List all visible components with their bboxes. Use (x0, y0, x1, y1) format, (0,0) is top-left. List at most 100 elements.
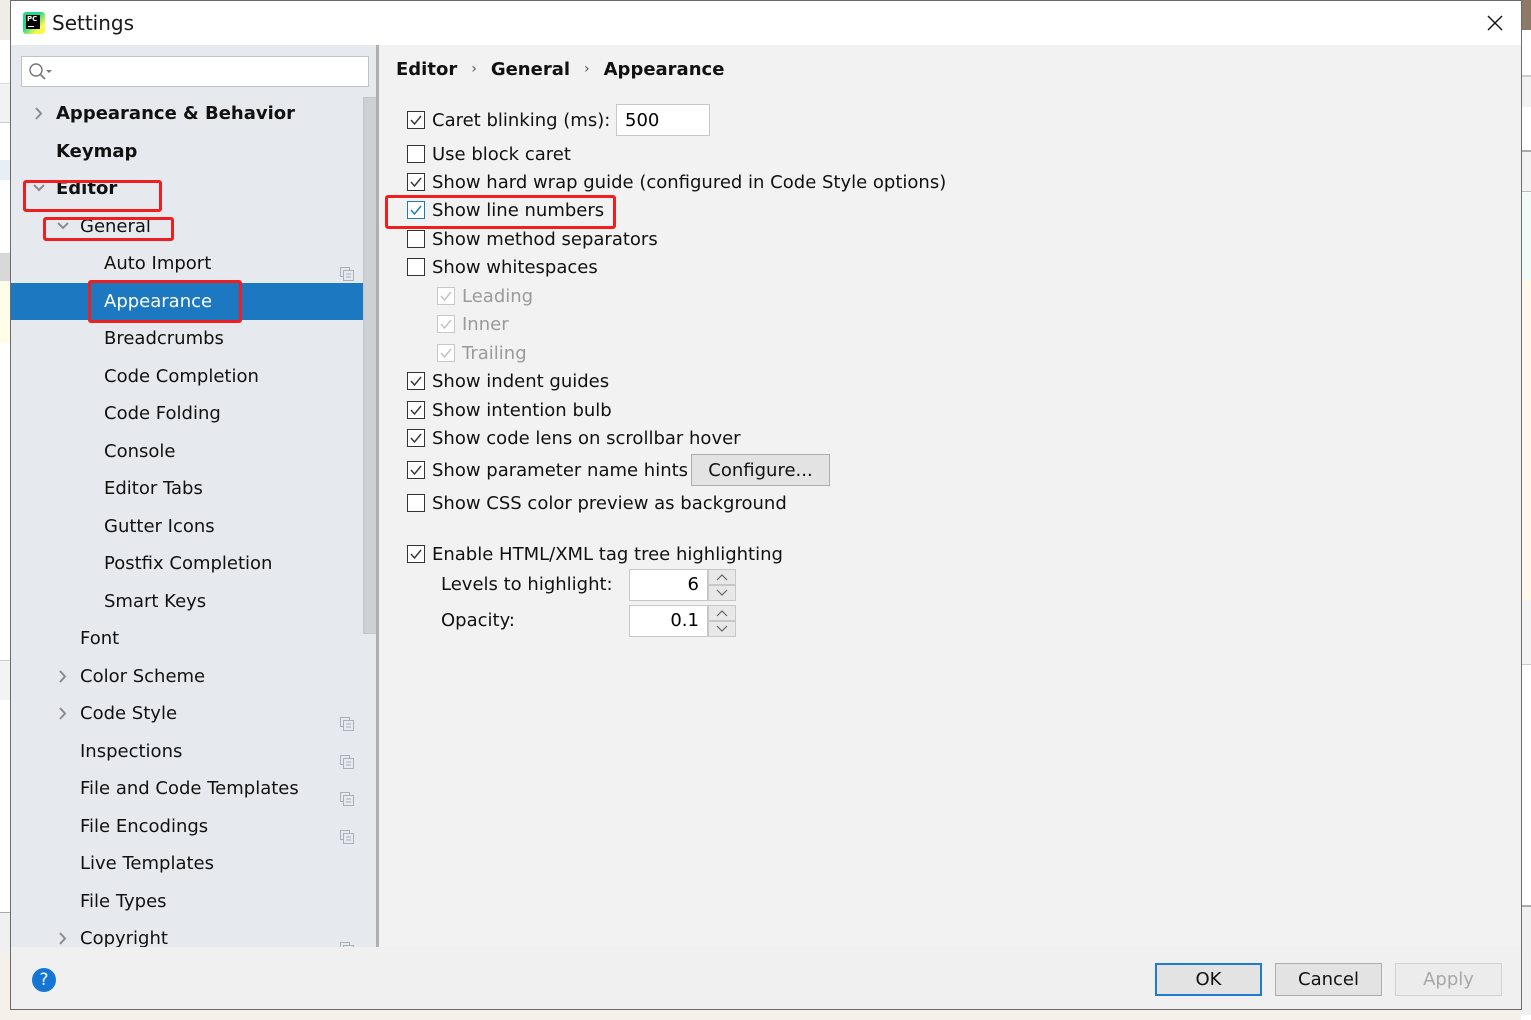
option-show-method-separators: Show method separators (407, 226, 658, 252)
chevron-up-icon (716, 574, 728, 581)
checkbox[interactable] (407, 258, 425, 276)
search-input[interactable] (56, 59, 356, 84)
sidebar-item-appearance[interactable]: Appearance (11, 282, 376, 320)
breadcrumb-item: Editor (396, 59, 458, 80)
help-button[interactable]: ? (32, 968, 56, 992)
sidebar-item-general[interactable]: General (11, 208, 376, 245)
sidebar-item-live-templates[interactable]: Live Templates (11, 845, 376, 882)
sidebar-item-keymap[interactable]: Keymap (11, 133, 376, 170)
checkmark-icon (440, 319, 452, 330)
checkbox[interactable] (407, 173, 425, 191)
checkbox[interactable] (407, 201, 425, 219)
checkbox[interactable] (407, 494, 425, 512)
sidebar-item-label: Live Templates (80, 853, 214, 874)
search-field[interactable] (21, 56, 369, 87)
breadcrumb-item: General (490, 59, 571, 80)
sidebar-item-label: Code Folding (104, 403, 221, 424)
close-button[interactable] (1483, 11, 1507, 35)
option-show-code-lens-on-scrollbar-hover: Show code lens on scrollbar hover (407, 425, 741, 451)
checkbox[interactable] (407, 429, 425, 447)
sidebar-item-console[interactable]: Console (11, 433, 376, 470)
project-settings-icon (340, 745, 354, 769)
sidebar-item-auto-import[interactable]: Auto Import (11, 245, 376, 282)
sidebar-item-label: Font (80, 628, 120, 649)
option-label: Show line numbers (432, 199, 605, 221)
checkbox[interactable] (437, 344, 455, 362)
opacity-decrement-button[interactable] (708, 621, 736, 637)
option-label: Caret blinking (ms): (432, 109, 611, 131)
checkmark-icon (440, 348, 452, 359)
help-icon: ? (39, 970, 49, 990)
caret-blinking-input[interactable]: 500 (616, 104, 710, 136)
sidebar-scrollbar[interactable] (363, 97, 376, 634)
checkmark-icon (410, 405, 422, 416)
sidebar-item-copyright[interactable]: Copyright (11, 920, 376, 947)
checkbox[interactable] (407, 461, 425, 479)
cancel-button[interactable]: Cancel (1275, 963, 1382, 996)
sidebar-item-appearance-behavior[interactable]: Appearance & Behavior (11, 95, 376, 132)
levels-decrement-button[interactable] (708, 585, 736, 601)
levels-label: Levels to highlight: (441, 574, 613, 595)
checkbox[interactable] (407, 145, 425, 163)
checkmark-icon (410, 376, 422, 387)
opacity-increment-button[interactable] (708, 605, 736, 621)
option-label: Show indent guides (432, 370, 610, 392)
chevron-right-icon[interactable] (56, 658, 70, 695)
sidebar-item-color-scheme[interactable]: Color Scheme (11, 658, 376, 695)
sidebar-item-file-and-code-templates[interactable]: File and Code Templates (11, 770, 376, 807)
checkbox[interactable] (407, 111, 425, 129)
breadcrumb: Editor › General › Appearance (396, 59, 724, 80)
sidebar-item-postfix-completion[interactable]: Postfix Completion (11, 545, 376, 582)
sidebar-item-file-types[interactable]: File Types (11, 883, 376, 920)
sidebar-item-file-encodings[interactable]: File Encodings (11, 808, 376, 845)
apply-button[interactable]: Apply (1395, 963, 1502, 996)
levels-spinner[interactable]: 6 (629, 569, 736, 601)
sidebar-item-label: Editor (56, 178, 118, 199)
sidebar-item-code-folding[interactable]: Code Folding (11, 395, 376, 432)
sidebar-item-editor[interactable]: Editor (11, 170, 376, 207)
checkbox[interactable] (437, 287, 455, 305)
sidebar-item-smart-keys[interactable]: Smart Keys (11, 583, 376, 620)
checkmark-icon (410, 177, 422, 188)
sidebar-item-gutter-icons[interactable]: Gutter Icons (11, 508, 376, 545)
chevron-right-icon[interactable] (56, 920, 70, 947)
checkbox[interactable] (407, 401, 425, 419)
option-show-indent-guides: Show indent guides (407, 368, 609, 394)
levels-input[interactable]: 6 (629, 569, 708, 601)
sidebar-item-label: File and Code Templates (80, 778, 299, 799)
checkmark-icon (440, 291, 452, 302)
settings-content: Editor › General › Appearance Caret blinking… (382, 45, 1521, 947)
sidebar-item-inspections[interactable]: Inspections (11, 733, 376, 770)
window-title: Settings (52, 11, 135, 35)
opacity-input[interactable]: 0.1 (629, 605, 708, 637)
chevron-right-icon[interactable] (56, 695, 70, 732)
checkbox[interactable] (437, 315, 455, 333)
checkmark-icon (410, 549, 422, 560)
checkbox[interactable] (407, 545, 425, 563)
sidebar-item-editor-tabs[interactable]: Editor Tabs (11, 470, 376, 507)
pycharm-icon: PC (23, 12, 45, 34)
checkbox[interactable] (407, 372, 425, 390)
option-show-intention-bulb: Show intention bulb (407, 397, 612, 423)
levels-increment-button[interactable] (708, 569, 736, 585)
chevron-down-icon[interactable] (56, 208, 70, 245)
breadcrumb-item: Appearance (603, 59, 725, 80)
sidebar-item-label: File Encodings (80, 815, 209, 837)
option-leading: Leading (437, 283, 533, 309)
configure-button[interactable]: Configure... (691, 454, 830, 486)
checkmark-icon (410, 433, 422, 444)
settings-sidebar: Appearance & Behavior Keymap Editor General… (11, 45, 379, 947)
sidebar-item-label: Smart Keys (104, 590, 207, 612)
sidebar-item-font[interactable]: Font (11, 620, 376, 657)
sidebar-item-code-completion[interactable]: Code Completion (11, 358, 376, 395)
opacity-spinner[interactable]: 0.1 (629, 605, 736, 637)
ok-button[interactable]: OK (1155, 963, 1262, 996)
sidebar-item-breadcrumbs[interactable]: Breadcrumbs (11, 320, 376, 357)
sidebar-item-code-style[interactable]: Code Style (11, 695, 376, 732)
chevron-right-icon[interactable] (32, 95, 46, 132)
checkbox[interactable] (407, 230, 425, 248)
chevron-down-icon (716, 625, 728, 632)
chevron-down-icon[interactable] (32, 170, 46, 207)
close-icon (1487, 15, 1503, 31)
option-label: Show hard wrap guide (configured in Code… (432, 171, 947, 193)
